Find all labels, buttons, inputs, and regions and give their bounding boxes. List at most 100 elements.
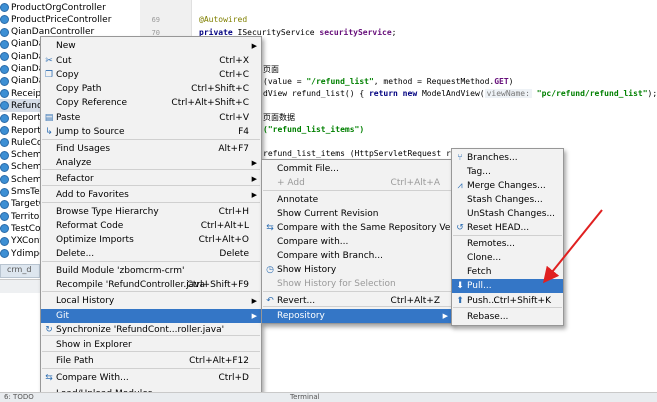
- merge-icon: ⩘: [457, 181, 463, 191]
- menu-item-pull[interactable]: ⬇ Pull...: [452, 279, 563, 293]
- menu-item-label: Compare with the Same Repository Version: [277, 223, 473, 233]
- menu-item-show-current-revision[interactable]: Show Current Revision: [262, 207, 452, 221]
- menu-item-recompile-refundcontroller-java[interactable]: Recompile 'RefundController.java' Ctrl+Sh…: [41, 278, 261, 292]
- class-icon: [0, 64, 9, 74]
- menu-item-jump-to-source[interactable]: ↳ Jump to Source F4: [41, 125, 261, 139]
- menu-item-shortcut: Delete: [219, 249, 249, 259]
- bottom-tool-bar: 6: TODO Terminal: [0, 392, 657, 402]
- menu-item-label: Show History for Selection: [277, 279, 396, 289]
- menu-item-shortcut: Ctrl+Alt+A: [390, 178, 440, 188]
- tree-item[interactable]: ProductPriceController: [0, 13, 140, 26]
- menu-item-optimize-imports[interactable]: Optimize Imports Ctrl+Alt+O: [41, 233, 261, 247]
- menu-item-label: Remotes...: [467, 239, 515, 249]
- menu-item-git[interactable]: Git ▶: [41, 309, 261, 323]
- menu-item-label: Tag...: [467, 167, 491, 177]
- menu-item-label: Branches...: [467, 153, 518, 163]
- menu-item-label: Synchronize 'RefundCont...roller.java': [56, 325, 225, 335]
- menu-item-reformat-code[interactable]: Reformat Code Ctrl+Alt+L: [41, 219, 261, 233]
- menu-item-add-to-favorites[interactable]: Add to Favorites ▶: [41, 188, 261, 202]
- menu-item-reset-head[interactable]: ↺ Reset HEAD...: [452, 221, 563, 235]
- menu-item-copy[interactable]: ❐ Copy Ctrl+C: [41, 68, 261, 82]
- submenu-arrow-icon: ▶: [251, 191, 257, 199]
- menu-item-find-usages[interactable]: Find Usages Alt+F7: [41, 142, 261, 156]
- menu-item-tag[interactable]: Tag...: [452, 165, 563, 179]
- menu-item-rebase[interactable]: Rebase...: [452, 310, 563, 324]
- terminal-tab[interactable]: Terminal: [290, 393, 320, 401]
- class-icon: [0, 113, 9, 123]
- menu-item-label: Build Module 'zbomcrm-crm': [56, 266, 185, 276]
- menu-item-analyze[interactable]: Analyze ▶: [41, 156, 261, 170]
- menu-item-compare-with[interactable]: Compare with...: [262, 235, 452, 249]
- menu-item-shortcut: Alt+F7: [218, 144, 249, 154]
- menu-item-delete[interactable]: Delete... Delete: [41, 247, 261, 261]
- menu-item-label: Analyze: [56, 158, 92, 168]
- menu-item-file-path[interactable]: File Path Ctrl+Alt+F12: [41, 354, 261, 368]
- menu-item-synchronize-refundcont-roller-java[interactable]: ↻ Synchronize 'RefundCont...roller.java': [41, 323, 261, 337]
- menu-item-new[interactable]: New ▶: [41, 39, 261, 53]
- menu-item-commit-file[interactable]: Commit File...: [262, 162, 452, 176]
- code-line: @Autowired: [199, 15, 248, 24]
- menu-item-merge-changes[interactable]: ⩘ Merge Changes...: [452, 179, 563, 193]
- menu-item-label: Pull...: [467, 281, 492, 291]
- tree-item-label: ProductPriceController: [11, 14, 112, 25]
- menu-item-label: Annotate: [277, 195, 319, 205]
- menu-item-label: New: [56, 41, 76, 51]
- menu-item-label: Find Usages: [56, 144, 111, 154]
- menu-item-remotes[interactable]: Remotes...: [452, 237, 563, 251]
- submenu-arrow-icon: ▶: [251, 42, 257, 50]
- menu-item-label: Merge Changes...: [467, 181, 546, 191]
- class-icon: [0, 236, 9, 246]
- menu-item-add[interactable]: + Add Ctrl+Alt+A: [262, 176, 452, 190]
- menu-item-label: Cut: [56, 56, 72, 66]
- menu-item-clone[interactable]: Clone...: [452, 251, 563, 265]
- tree-item[interactable]: ProductOrgController: [0, 1, 140, 14]
- menu-item-paste[interactable]: ▤ Paste Ctrl+V: [41, 111, 261, 125]
- menu-item-copy-path[interactable]: Copy Path Ctrl+Shift+C: [41, 82, 261, 96]
- context-menu: New ▶ ✂ Cut Ctrl+X ❐ Copy Ctrl+C Copy Path Ctrl+S…: [40, 36, 262, 402]
- history-icon: ◷: [266, 265, 274, 275]
- menu-item-branches[interactable]: ⑂ Branches...: [452, 151, 563, 165]
- menu-separator: [453, 235, 562, 236]
- menu-item-build-module-zbomcrm-crm[interactable]: Build Module 'zbomcrm-crm': [41, 264, 261, 278]
- menu-item-copy-reference[interactable]: Copy Reference Ctrl+Alt+Shift+C: [41, 96, 261, 110]
- tree-tab[interactable]: crm_d: [0, 264, 40, 278]
- code-line: (value = "/refund_list", method = Reques…: [263, 77, 514, 86]
- class-icon: [0, 224, 9, 234]
- menu-item-local-history[interactable]: Local History ▶: [41, 294, 261, 308]
- menu-item-label: Copy: [56, 70, 79, 80]
- menu-item-shortcut: Ctrl+Alt+Z: [390, 296, 440, 306]
- menu-item-compare-with[interactable]: ⇆ Compare With... Ctrl+D: [41, 371, 261, 385]
- menu-item-compare-with-branch[interactable]: Compare with Branch...: [262, 249, 452, 263]
- menu-item-stash-changes[interactable]: Stash Changes...: [452, 193, 563, 207]
- menu-item-label: Commit File...: [277, 164, 339, 174]
- menu-item-shortcut: Ctrl+Shift+C: [191, 84, 249, 94]
- menu-item-label: File Path: [56, 356, 94, 366]
- menu-item-fetch[interactable]: Fetch: [452, 265, 563, 279]
- class-icon: [0, 150, 9, 160]
- todo-tab[interactable]: 6: TODO: [4, 393, 34, 401]
- menu-item-label: Fetch: [467, 267, 492, 277]
- code-line: 页面: [263, 65, 279, 74]
- menu-item-show-in-explorer[interactable]: Show in Explorer: [41, 338, 261, 352]
- class-icon: [0, 89, 9, 99]
- menu-item-show-history[interactable]: ◷ Show History: [262, 263, 452, 277]
- menu-item-unstash-changes[interactable]: UnStash Changes...: [452, 207, 563, 221]
- menu-item-refactor[interactable]: Refactor ▶: [41, 172, 261, 186]
- menu-item-show-history-for-selection[interactable]: Show History for Selection: [262, 277, 452, 291]
- menu-item-revert[interactable]: ↶ Revert... Ctrl+Alt+Z: [262, 294, 452, 308]
- submenu-arrow-icon: ▶: [251, 159, 257, 167]
- menu-item-compare-with-the-same-repository-version[interactable]: ⇆ Compare with the Same Repository Versio…: [262, 221, 472, 235]
- branch-icon: ⑂: [457, 153, 463, 163]
- menu-item-label: Browse Type Hierarchy: [56, 207, 159, 217]
- menu-item-cut[interactable]: ✂ Cut Ctrl+X: [41, 54, 261, 68]
- menu-item-push[interactable]: ⬆ Push... Ctrl+Shift+K: [452, 294, 563, 308]
- menu-item-browse-type-hierarchy[interactable]: Browse Type Hierarchy Ctrl+H: [41, 205, 261, 219]
- menu-item-annotate[interactable]: Annotate: [262, 193, 452, 207]
- menu-item-repository[interactable]: Repository ▶: [262, 309, 452, 323]
- sync-icon: ↻: [45, 325, 53, 335]
- revert-icon: ↶: [266, 296, 274, 306]
- class-icon: [0, 175, 9, 185]
- class-icon: [0, 101, 9, 111]
- menu-item-label: UnStash Changes...: [467, 209, 556, 219]
- menu-item-label: Clone...: [467, 253, 502, 263]
